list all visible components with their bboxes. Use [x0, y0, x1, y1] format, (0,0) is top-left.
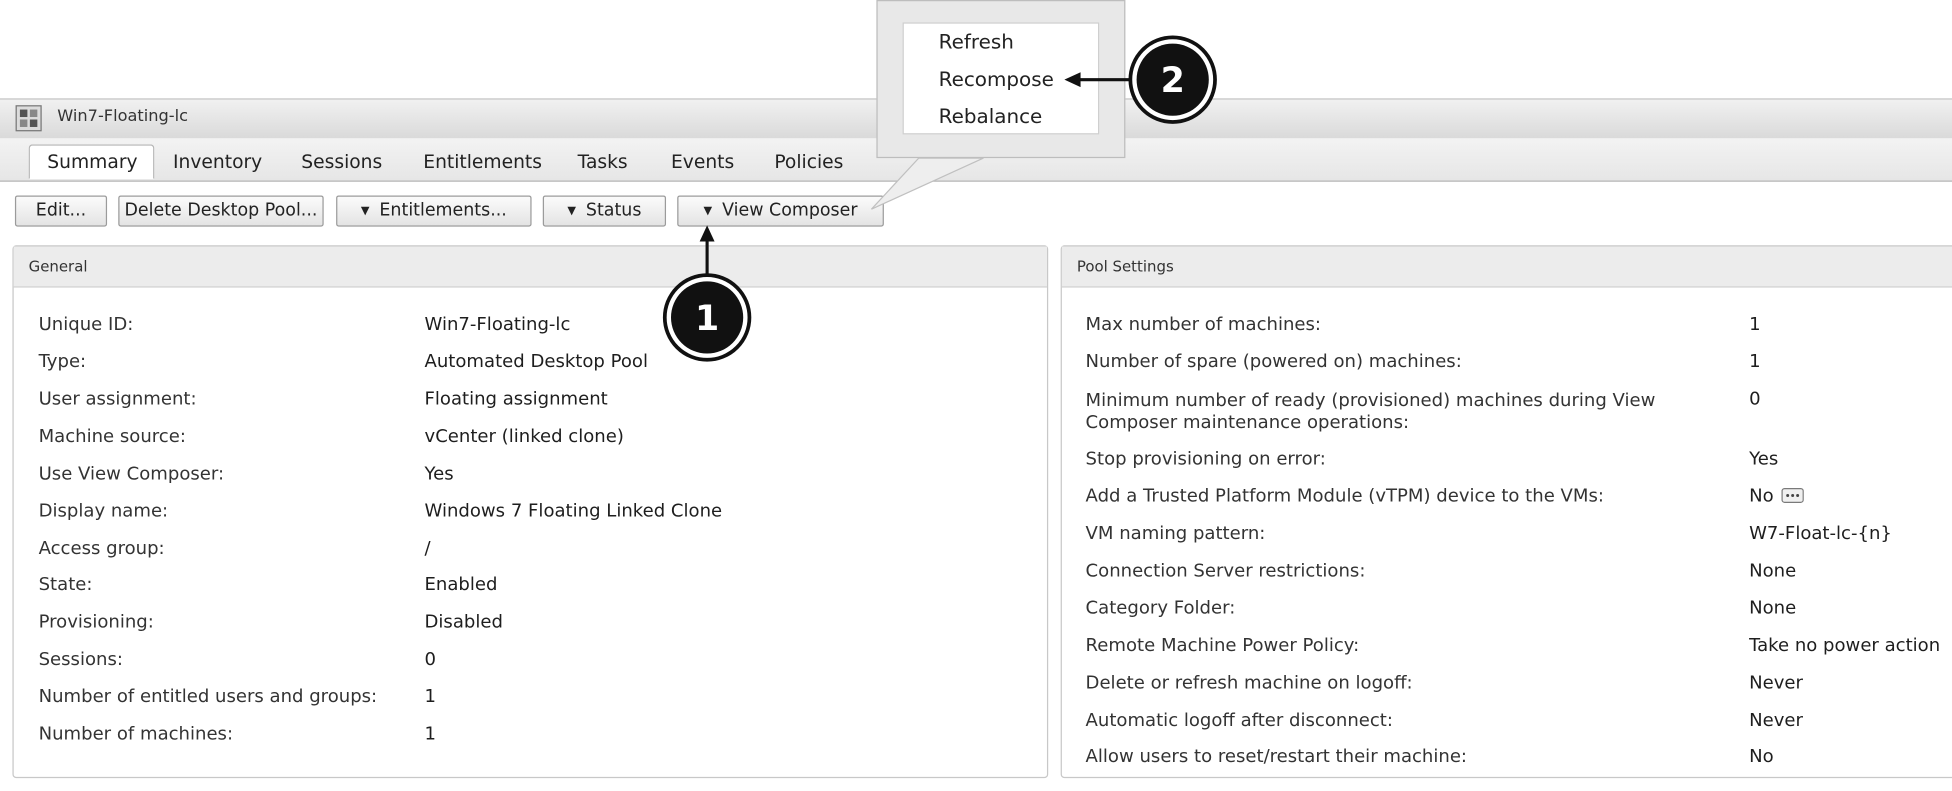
callout-badge-1-label: 1 — [695, 299, 719, 339]
callout-2-arrowhead-icon — [1064, 72, 1081, 88]
callout-pointer — [870, 157, 984, 210]
screenshot-stage: Win7-Floating-lc Summary Inventory Sessi… — [0, 0, 1952, 791]
callout-badge-2: 2 — [1128, 35, 1217, 124]
callout-overlay: 1 2 — [662, 35, 1217, 362]
callout-badge-2-label: 2 — [1161, 61, 1185, 101]
callout-badge-1: 1 — [662, 273, 752, 362]
callout-1-arrowhead-icon — [699, 225, 715, 242]
